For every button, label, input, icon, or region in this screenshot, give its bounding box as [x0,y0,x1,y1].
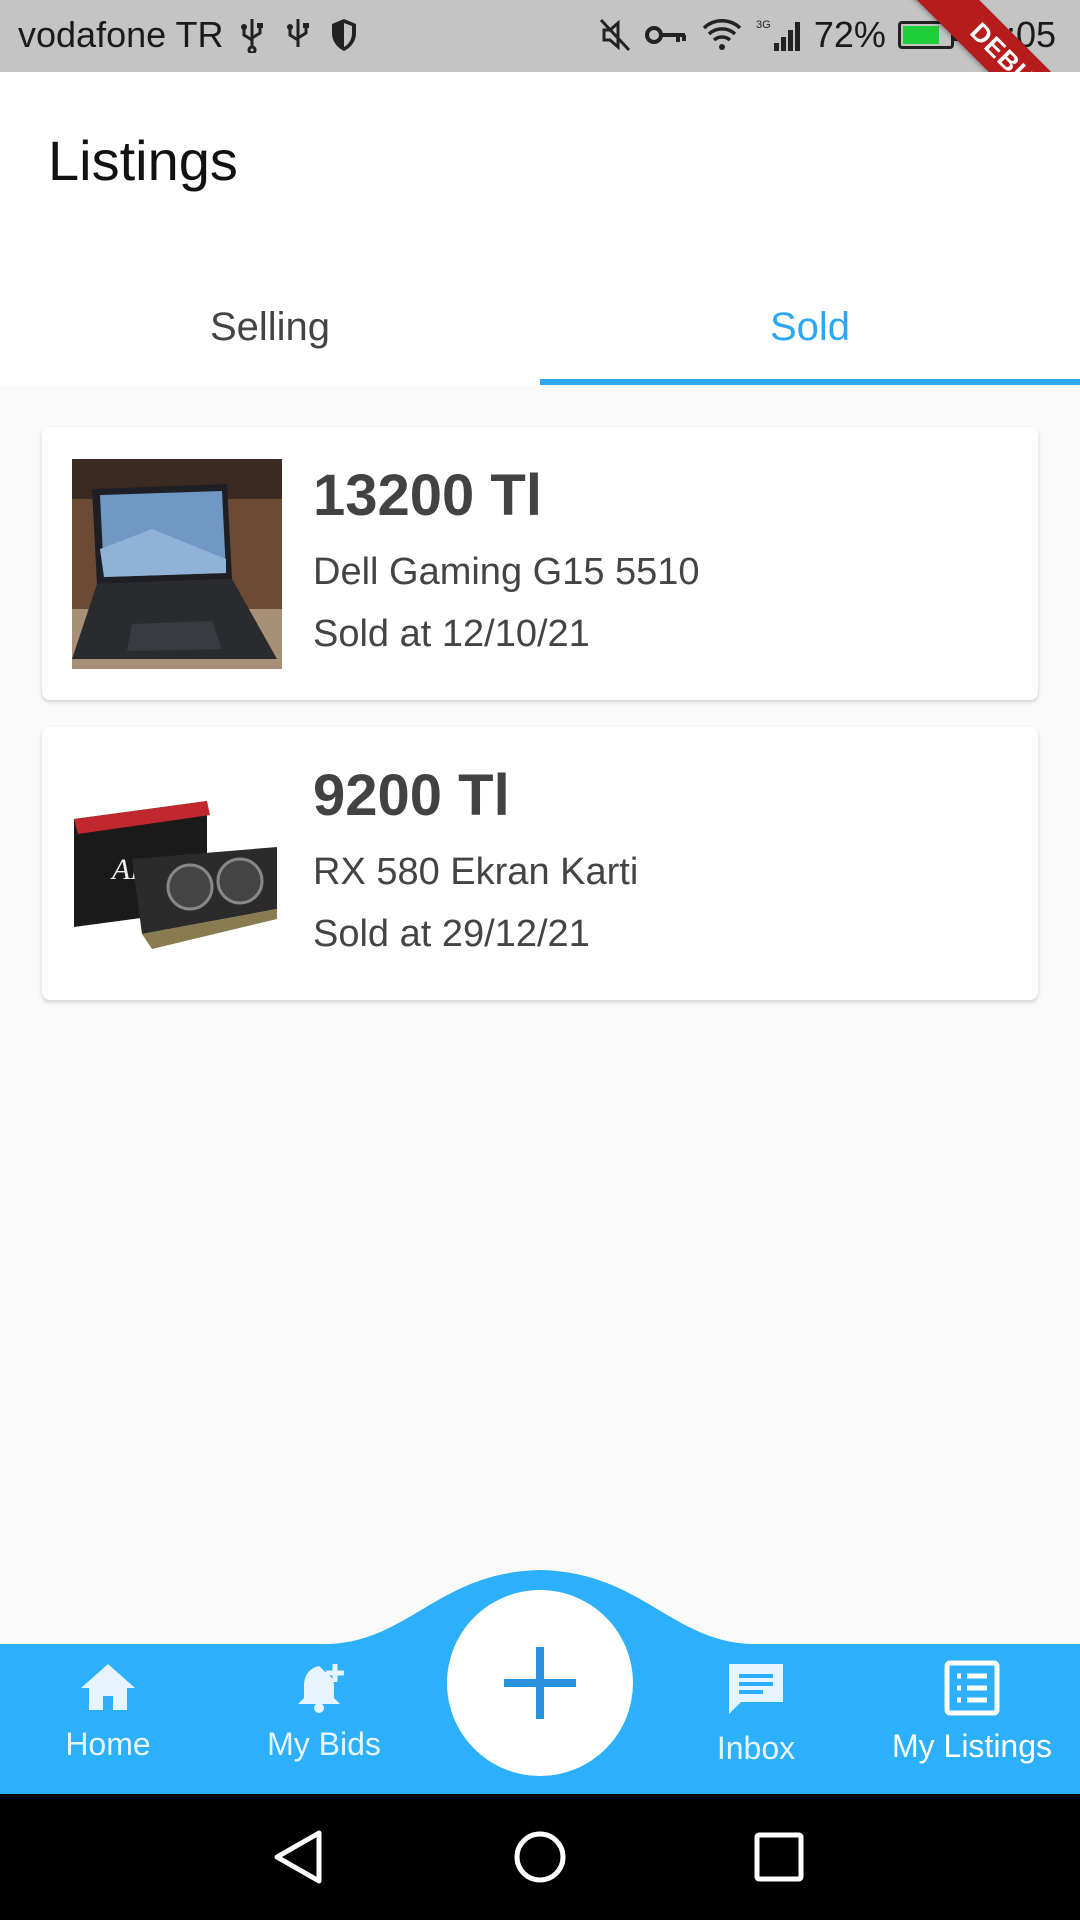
mute-icon [598,15,632,55]
chat-icon [729,1664,783,1714]
square-recents-icon [754,1832,804,1882]
nav-my-bids[interactable]: My Bids [224,1660,424,1763]
nav-inbox-label: Inbox [716,1730,796,1766]
listing-title: Dell Gaming G15 5510 [313,551,700,593]
shield-icon [327,15,361,55]
listing-card[interactable]: ARMOR 9200 Tl RX 580 Ekran Karti Sold at… [42,727,1038,1000]
listing-info: 9200 Tl RX 580 Ekran Karti Sold at 29/12… [313,757,638,965]
home-button[interactable] [505,1822,575,1892]
nav-inbox[interactable]: Inbox [656,1660,856,1767]
tab-selling[interactable]: Selling [0,282,540,385]
laptop-photo [72,459,282,669]
back-icon [274,1830,322,1884]
nav-my-listings[interactable]: My Listings [872,1660,1072,1765]
system-nav-bar [0,1794,1080,1920]
svg-text:3G: 3G [756,19,771,31]
listing-price: 9200 Tl [313,763,510,828]
app-bar: Listings Selling Sold [0,72,1080,385]
plus-icon [504,1647,576,1719]
status-bar: vodafone TR 3G 72% 19:05 [0,0,1080,72]
usb-icon [235,15,269,55]
listing-sold-date: Sold at 12/10/21 [313,613,590,655]
back-button[interactable] [264,1822,334,1892]
listing-title: RX 580 Ekran Karti [313,851,639,893]
nav-home-label: Home [65,1726,151,1762]
nav-my-listings-label: My Listings [891,1728,1053,1764]
signal-icon: 3G [756,15,802,55]
nav-home[interactable]: Home [8,1660,208,1763]
listing-list: 13200 Tl Dell Gaming G15 5510 Sold at 12… [42,427,1038,1027]
home-icon [81,1664,135,1710]
battery-percent: 72% [813,14,886,55]
page-title: Listings [48,129,238,192]
key-icon [644,15,688,55]
bell-plus-icon [298,1664,344,1713]
wifi-icon [700,15,744,55]
add-listing-button[interactable] [447,1590,633,1776]
tab-bar: Selling Sold [0,282,1080,385]
listing-card[interactable]: 13200 Tl Dell Gaming G15 5510 Sold at 12… [42,427,1038,700]
listing-sold-date: Sold at 29/12/21 [313,913,590,955]
list-icon [944,1660,1000,1716]
listing-price: 13200 Tl [313,463,542,528]
nav-my-bids-label: My Bids [267,1726,381,1762]
usb-icon [281,15,315,55]
listing-info: 13200 Tl Dell Gaming G15 5510 Sold at 12… [313,457,700,665]
recents-button[interactable] [744,1822,814,1892]
graphics-card-photo: ARMOR [72,759,282,969]
carrier-name: vodafone TR [18,14,224,55]
circle-home-icon [514,1831,566,1883]
tab-sold[interactable]: Sold [540,282,1080,385]
